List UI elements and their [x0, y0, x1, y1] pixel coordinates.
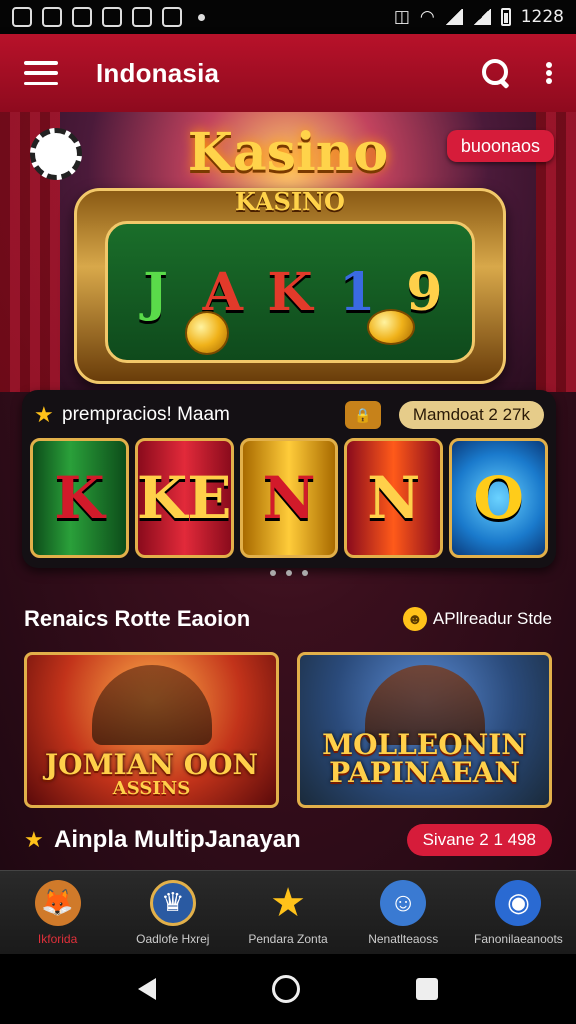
- game-card-subtitle: ASSINS: [112, 778, 191, 799]
- star-icon: ★: [270, 880, 306, 925]
- nav-item-home[interactable]: 🦊 Ikforida: [0, 871, 115, 954]
- battery-icon: [500, 8, 511, 26]
- featured-title: prempracios! Maam: [62, 404, 230, 425]
- notification-close-icon: [162, 7, 182, 27]
- search-icon[interactable]: [480, 57, 512, 89]
- notification-dot-icon: [198, 13, 205, 21]
- hero-banner[interactable]: ☺ Kasino buoonaos KASINO J A K 1 9: [0, 112, 576, 392]
- fox-icon: 🦊: [34, 879, 81, 926]
- vibrate-icon: ◫: [393, 7, 410, 26]
- slot-game-tile[interactable]: N: [344, 438, 444, 558]
- slot-game-tile[interactable]: O: [449, 438, 548, 558]
- lock-icon[interactable]: 🔒: [344, 401, 381, 429]
- wifi-icon: ◠: [419, 7, 435, 26]
- notification-icons: [12, 7, 205, 27]
- nav-label: Oadlofe Hxrej: [136, 931, 210, 946]
- featured-slots-panel: ★ prempracios! Maam 🔒 Mamdoat 2 27k K KE…: [22, 390, 556, 576]
- slot-symbol: J: [143, 261, 168, 323]
- section-title: Renaics Rotte Eaoion: [24, 606, 251, 631]
- character-illustration: [91, 665, 212, 745]
- star-icon: ★: [34, 402, 54, 427]
- status-bar: ◫ ◠ 1228: [0, 0, 576, 34]
- recents-icon[interactable]: [416, 978, 438, 1000]
- section-header: ★ Ainpla MultipJanayan Sivane 2 1 498: [24, 822, 552, 858]
- reel-carousel[interactable]: K KE N N O: [30, 438, 548, 576]
- main-content[interactable]: ☺ Kasino buoonaos KASINO J A K 1 9 ★ pre…: [0, 112, 576, 870]
- slot-window: J A K 1 9: [105, 221, 475, 363]
- chat-icon: ☺: [380, 879, 427, 926]
- app-bar: Indonasia: [0, 34, 576, 112]
- slot-symbol: K: [267, 261, 313, 323]
- bottom-navigation: 🦊 Ikforida ♛ Oadlofe Hxrej ★ Pendara Zon…: [0, 870, 576, 954]
- slot-machine-label: KASINO: [235, 187, 345, 216]
- nav-label: Pendara Zonta: [248, 931, 328, 946]
- notification-app-icon: [12, 7, 32, 27]
- signal-icon: [472, 9, 491, 25]
- nav-item-profile[interactable]: ◉ Fanonilaeanoots: [461, 871, 576, 954]
- section-header: Renaics Rotte Eaoion ☻ APllreadur Stde: [24, 602, 552, 636]
- profile-icon: ◉: [495, 879, 542, 926]
- system-navigation-bar: [0, 954, 576, 1024]
- home-icon[interactable]: [272, 975, 300, 1003]
- notification-location-icon: [102, 7, 122, 27]
- smile-icon: ☻: [402, 607, 427, 631]
- slot-game-tile[interactable]: KE: [134, 438, 234, 558]
- carousel-dots[interactable]: [30, 570, 548, 576]
- menu-icon[interactable]: [24, 61, 58, 85]
- game-card[interactable]: JOMIAN OON ASSINS: [24, 652, 279, 808]
- section-pill-button[interactable]: Sivane 2 1 498: [406, 824, 552, 856]
- nav-label: Nenatlteaoss: [368, 931, 439, 946]
- nav-item-promotions[interactable]: ★ Pendara Zonta: [230, 871, 345, 954]
- game-card-title: MOLLEONIN PAPINAEAN: [322, 728, 527, 789]
- app-title: Indonasia: [96, 57, 220, 88]
- promo-button[interactable]: buoonaos: [446, 130, 554, 162]
- slot-machine-illustration[interactable]: KASINO J A K 1 9: [74, 187, 506, 384]
- nav-item-casino[interactable]: ♛ Oadlofe Hxrej: [115, 871, 230, 954]
- more-options-icon[interactable]: [546, 62, 552, 84]
- slot-game-tile[interactable]: K: [30, 438, 129, 558]
- gold-coin-icon: [367, 309, 415, 345]
- section-link[interactable]: ☻ APllreadur Stde: [402, 607, 552, 631]
- nav-item-messages[interactable]: ☺ Nenatlteaoss: [346, 871, 461, 954]
- notification-image-icon: [132, 7, 152, 27]
- star-icon: ★: [24, 827, 44, 852]
- back-icon[interactable]: [138, 978, 156, 1000]
- notification-app-icon: [72, 7, 92, 27]
- section-link-label: APllreadur Stde: [432, 609, 552, 628]
- nav-label: Ikforida: [37, 931, 78, 946]
- game-cards: JOMIAN OON ASSINS MOLLEONIN PAPINAEAN: [24, 652, 552, 808]
- slot-game-tile[interactable]: N: [239, 438, 339, 558]
- jackpot-button[interactable]: Mamdoat 2 27k: [398, 401, 544, 429]
- status-time: 1228: [520, 7, 564, 27]
- casino-badge-icon: ♛: [149, 879, 196, 926]
- gold-coin-icon: [185, 311, 229, 355]
- signal-icon: [444, 9, 463, 25]
- section-title: Ainpla MultipJanayan: [54, 826, 301, 853]
- nav-label: Fanonilaeanoots: [474, 931, 563, 946]
- notification-app-icon: [42, 7, 62, 27]
- game-card[interactable]: MOLLEONIN PAPINAEAN: [297, 652, 552, 808]
- game-card-title: JOMIAN OON: [44, 748, 259, 781]
